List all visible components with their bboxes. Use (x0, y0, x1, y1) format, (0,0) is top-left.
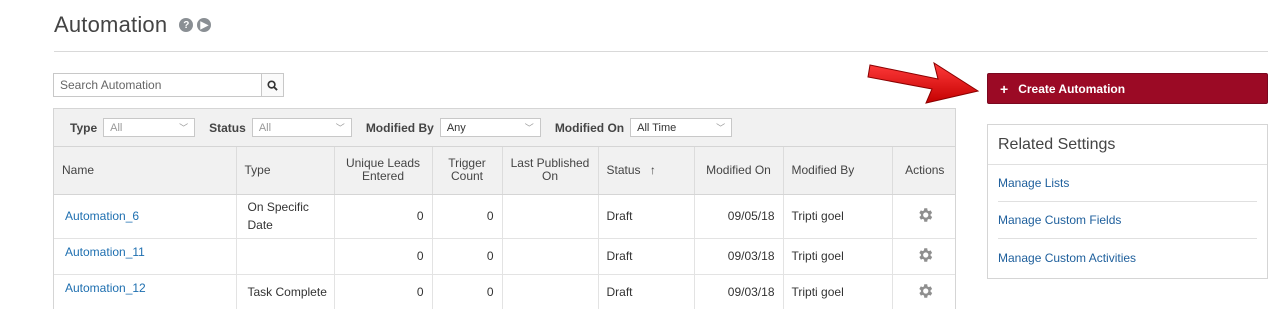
filter-modified-by-label: Modified By (365, 120, 434, 135)
col-header-last-published[interactable]: Last Published On (502, 147, 599, 195)
filter-status-label: Status (209, 120, 246, 135)
help-icon[interactable]: ? (179, 18, 194, 32)
col-header-type[interactable]: Type (236, 147, 335, 195)
row-modified-by: Tripti goel (783, 238, 893, 275)
row-status: Draft (598, 238, 695, 275)
col-header-actions: Actions (892, 147, 955, 195)
row-type: Task Complete (236, 274, 335, 309)
gear-icon[interactable] (916, 282, 934, 300)
filter-status-value: All (258, 121, 272, 134)
manage-custom-activities-link[interactable]: Manage Custom Activities (998, 239, 1257, 276)
automation-name-link[interactable]: Automation_6 (65, 209, 139, 223)
search-box (53, 73, 284, 97)
row-unique-leads: 0 (334, 194, 433, 239)
row-type: On Specific Date (236, 194, 335, 239)
filter-modified-on-value: All Time (637, 121, 677, 134)
table-header-row: Name Type Unique Leads Entered Trigger C… (54, 147, 955, 195)
plus-icon: + (1000, 80, 1009, 97)
table-row: Automation_11 0 0 Draft 09/03/18 Tripti … (54, 238, 955, 275)
manage-custom-fields-link[interactable]: Manage Custom Fields (998, 202, 1257, 239)
row-trigger-count: 0 (432, 194, 503, 239)
row-unique-leads: 0 (334, 238, 433, 275)
col-header-name[interactable]: Name (54, 147, 237, 195)
filter-type-select[interactable]: All ﹀ (103, 118, 196, 137)
automation-name-link[interactable]: Automation_12 (65, 281, 146, 295)
row-trigger-count: 0 (432, 238, 503, 275)
page-title: Automation (54, 12, 168, 37)
filter-status-select[interactable]: All ﹀ (251, 118, 352, 137)
col-header-status[interactable]: Status ↑ (598, 147, 695, 195)
search-input[interactable] (54, 74, 261, 96)
col-header-modified-on[interactable]: Modified On (694, 147, 784, 195)
col-header-unique-leads[interactable]: Unique Leads Entered (334, 147, 433, 195)
play-video-icon[interactable]: ▶ (197, 18, 212, 32)
automation-table: Name Type Unique Leads Entered Trigger C… (54, 147, 955, 309)
manage-lists-link[interactable]: Manage Lists (998, 165, 1257, 202)
row-last-published (502, 194, 599, 239)
table-row: Automation_12 Task Complete 0 0 Draft 09… (54, 274, 955, 309)
row-unique-leads: 0 (334, 274, 433, 309)
row-trigger-count: 0 (432, 274, 503, 309)
row-modified-on: 09/05/18 (694, 194, 784, 239)
row-last-published (502, 274, 599, 309)
row-status: Draft (598, 194, 695, 239)
red-arrow-annotation (867, 61, 980, 104)
create-automation-button[interactable]: + Create Automation (987, 73, 1268, 104)
page-header: Automation ? ▶ (54, 10, 212, 40)
table-row: Automation_6 On Specific Date 0 0 Draft … (54, 194, 955, 239)
automation-grid: Type All ﹀ Status All ﹀ Modified By Any … (53, 108, 956, 309)
row-modified-by: Tripti goel (783, 274, 893, 309)
automation-name-link[interactable]: Automation_11 (65, 245, 145, 259)
gear-icon[interactable] (916, 246, 934, 264)
chevron-down-icon: ﹀ (524, 123, 534, 133)
create-automation-label: Create Automation (1018, 81, 1126, 96)
row-status: Draft (598, 274, 695, 309)
sort-ascending-icon: ↑ (649, 162, 656, 177)
col-header-trigger-count[interactable]: Trigger Count (432, 147, 503, 195)
row-modified-on: 09/03/18 (694, 238, 784, 275)
search-icon (267, 79, 278, 91)
col-header-status-label: Status (606, 162, 641, 177)
chevron-down-icon: ﹀ (335, 123, 345, 133)
filter-modified-by-value: Any (446, 121, 466, 134)
header-divider (54, 51, 1268, 52)
related-settings-panel: Related Settings Manage Lists Manage Cus… (987, 124, 1268, 279)
search-button[interactable] (261, 74, 283, 96)
filter-modified-by-select[interactable]: Any ﹀ (439, 118, 541, 137)
row-type (236, 238, 335, 275)
filter-type-value: All (110, 121, 123, 134)
filter-type-label: Type (70, 120, 98, 135)
row-last-published (502, 238, 599, 275)
chevron-down-icon: ﹀ (716, 123, 726, 133)
filter-bar: Type All ﹀ Status All ﹀ Modified By Any … (54, 109, 955, 147)
col-header-modified-by[interactable]: Modified By (783, 147, 893, 195)
filter-modified-on-select[interactable]: All Time ﹀ (630, 118, 733, 137)
related-settings-title: Related Settings (988, 125, 1267, 165)
chevron-down-icon: ﹀ (179, 123, 189, 133)
row-modified-on: 09/03/18 (694, 274, 784, 309)
filter-modified-on-label: Modified On (554, 120, 625, 135)
row-modified-by: Tripti goel (783, 194, 893, 239)
gear-icon[interactable] (916, 206, 934, 224)
